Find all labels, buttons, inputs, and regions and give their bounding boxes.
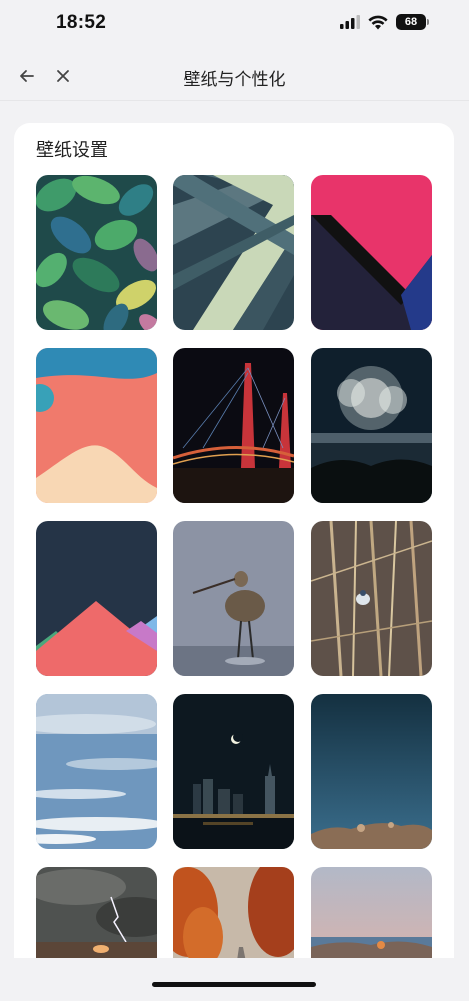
wallpaper-pink-mountains[interactable] [36,521,157,676]
wallpaper-coral-waves[interactable] [36,348,157,503]
status-icons: 68 [340,14,429,30]
status-bar: 18:52 68 [0,0,469,52]
signal-icon [340,15,360,29]
status-time: 18:52 [56,12,107,33]
wallpaper-ocean-dusk[interactable] [311,694,432,849]
wallpaper-green-leaves[interactable] [36,175,157,330]
page-title: 壁纸与个性化 [183,70,286,89]
nav-bar: 壁纸与个性化 [0,52,469,100]
section-title: 壁纸设置 [36,140,108,160]
wallpaper-geometric-stripes[interactable] [173,175,294,330]
battery-icon: 68 [396,14,429,30]
home-indicator[interactable] [152,982,316,987]
wallpaper-card: 壁纸设置 [14,123,454,983]
bottom-bar [0,958,469,1001]
wallpaper-blue-sky-clouds[interactable] [36,694,157,849]
wallpaper-pink-navy-abstract[interactable] [311,175,432,330]
wallpaper-fireworks[interactable] [311,348,432,503]
wallpaper-wading-bird[interactable] [173,521,294,676]
wifi-icon [368,15,388,29]
wallpaper-reeds-bird[interactable] [311,521,432,676]
wallpaper-night-city-moon[interactable] [173,694,294,849]
battery-level: 68 [396,14,426,30]
wallpaper-night-bridge[interactable] [173,348,294,503]
nav-divider [0,100,469,101]
